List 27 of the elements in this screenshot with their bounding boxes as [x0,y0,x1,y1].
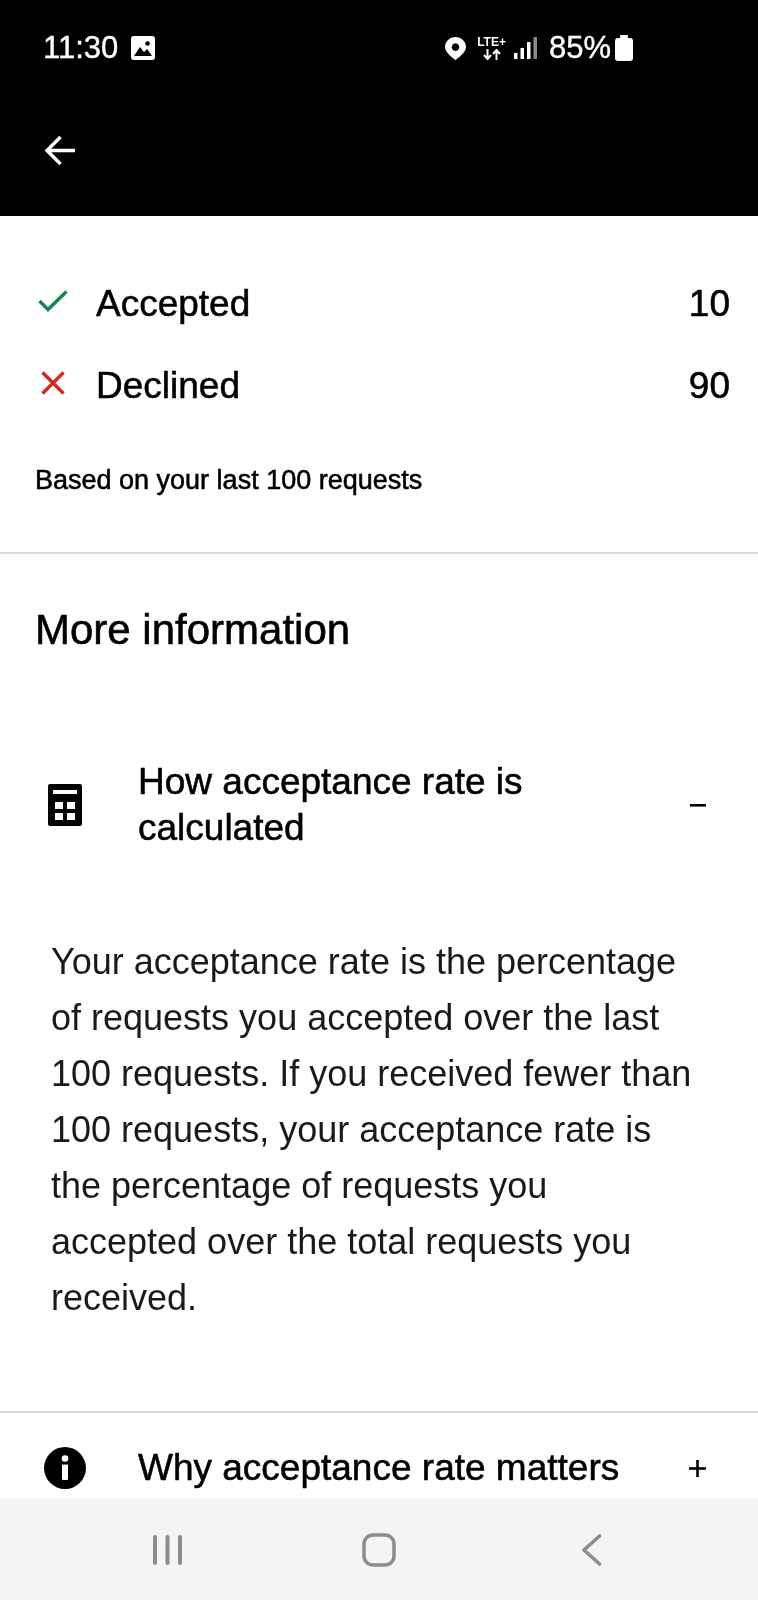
accordion-body-text: Your acceptance rate is the percentage of requests you accepted over the last 100 requests. If you received fewer than 100 requests, your acceptance rate is the percentage of requests you accepted over the total requests you received. [50,940,693,1320]
status-count: 90 [688,364,730,408]
status-label: Declined [96,364,241,408]
section-heading: More information [34,606,352,654]
plus-icon [689,1459,706,1477]
calculator-icon [48,784,82,826]
accordion-header[interactable]: Why acceptance rate matters [0,1413,758,1499]
home-icon [362,1532,396,1567]
status-count: 10 [688,282,730,326]
clock-time: 11:30 [43,30,119,66]
accordion-header[interactable]: How acceptance rate is calculated [0,729,758,881]
battery-icon [615,35,633,61]
data-arrows-icon [482,49,501,60]
back-arrow-icon [43,133,77,167]
info-icon [44,1447,86,1489]
check-icon [38,290,68,312]
cross-icon [41,371,65,395]
network-type-label: LTE+ [477,36,506,49]
signal-icon [513,37,537,59]
battery-percent: 85% [548,30,611,66]
image-icon [131,36,156,60]
minus-icon [689,803,706,807]
location-pin-icon [445,36,467,60]
status-label: Accepted [96,282,252,326]
chevron-left-icon [580,1533,602,1566]
summary-note: Based on your last 100 requests [34,465,424,495]
recent-apps-icon [151,1533,183,1566]
